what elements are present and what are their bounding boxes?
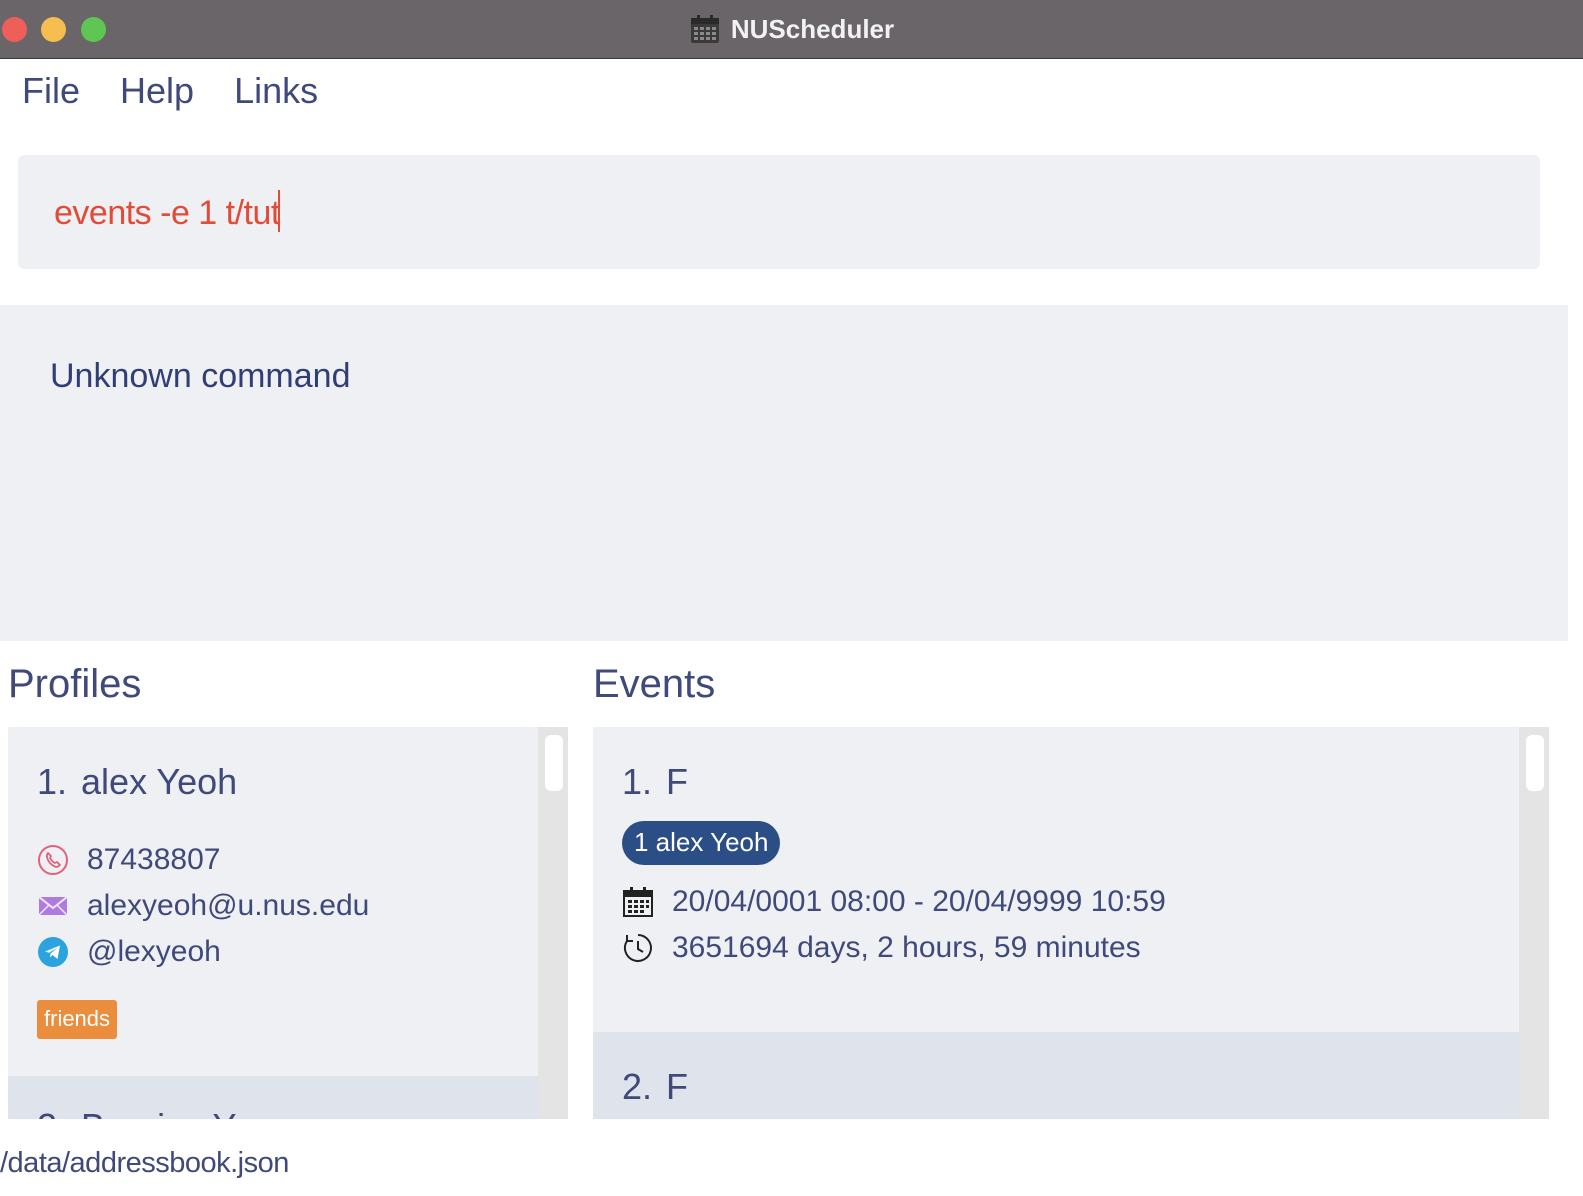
events-title: Events — [593, 662, 716, 706]
profiles-scroll-thumb[interactable] — [545, 735, 563, 791]
event-datetime: 20/04/0001 08:00 - 20/04/9999 10:59 — [672, 885, 1166, 918]
events-scroll-thumb[interactable] — [1526, 735, 1544, 791]
event-duration: 3651694 days, 2 hours, 59 minutes — [672, 931, 1141, 964]
command-input[interactable] — [54, 189, 1494, 237]
event-name: F — [666, 1066, 689, 1107]
profile-index: 1. — [37, 761, 68, 802]
status-bar-path: /data/addressbook.json — [0, 1147, 289, 1179]
event-participants: 1 alex Yeoh — [622, 821, 781, 865]
profile-name: alex Yeoh — [81, 761, 238, 802]
tag-badge: friends — [37, 1000, 118, 1039]
event-name-heading: 2. F — [622, 1066, 688, 1108]
event-card[interactable]: 2. F — [593, 1032, 1519, 1119]
profile-email: alexyeoh@u.nus.edu — [87, 889, 370, 922]
telegram-row: @lexyeoh — [37, 935, 221, 969]
profile-card[interactable]: 2. Bernice Y — [8, 1076, 538, 1119]
title-bar: NUScheduler — [0, 0, 1583, 59]
menu-file[interactable]: File — [22, 70, 80, 114]
duration-row: 3651694 days, 2 hours, 59 minutes — [622, 931, 1141, 965]
result-message: Unknown command — [50, 357, 351, 395]
profile-name: Bernice Y — [81, 1106, 236, 1119]
profiles-scrollbar[interactable] — [538, 727, 568, 1119]
calendar-icon — [690, 15, 719, 43]
clock-icon — [624, 934, 652, 962]
menu-bar: File Help Links — [22, 70, 318, 114]
profiles-title: Profiles — [8, 662, 142, 706]
events-list: 1. F 1 alex Yeoh 20/04/0001 08:00 - 20/04… — [593, 727, 1549, 1119]
events-scrollbar[interactable] — [1519, 727, 1549, 1119]
menu-help[interactable]: Help — [120, 70, 194, 114]
title-group: NUScheduler — [0, 0, 1583, 58]
profile-phone: 87438807 — [87, 843, 221, 876]
event-card[interactable]: 1. F 1 alex Yeoh 20/04/0001 08:00 - 20/04… — [593, 727, 1519, 1032]
event-name-heading: 1. F — [622, 761, 688, 803]
participant-badge: 1 alex Yeoh — [622, 821, 781, 865]
profile-index: 2. — [37, 1106, 67, 1119]
phone-icon — [38, 845, 68, 875]
profile-name-heading: 1. alex Yeoh — [37, 761, 237, 803]
window-title: NUScheduler — [730, 13, 895, 44]
phone-row: 87438807 — [37, 843, 220, 877]
email-icon — [38, 896, 68, 916]
menu-links[interactable]: Links — [234, 70, 318, 114]
event-index: 1. — [622, 761, 653, 802]
profile-tags: friends — [37, 1000, 118, 1039]
profiles-list: 1. alex Yeoh 87438807 alexyeoh@u.nus.edu … — [8, 727, 568, 1119]
result-display: Unknown command — [0, 305, 1568, 641]
datetime-row: 20/04/0001 08:00 - 20/04/9999 10:59 — [622, 885, 1166, 919]
profile-telegram: @lexyeoh — [87, 935, 221, 968]
event-name: F — [666, 761, 689, 802]
email-row: alexyeoh@u.nus.edu — [37, 889, 369, 923]
text-caret — [278, 190, 280, 232]
profile-name-heading: 2. Bernice Y — [37, 1106, 236, 1119]
calendar-icon — [623, 887, 653, 917]
profile-card[interactable]: 1. alex Yeoh 87438807 alexyeoh@u.nus.edu … — [8, 727, 538, 1076]
command-box — [18, 155, 1540, 269]
event-index: 2. — [622, 1066, 653, 1107]
telegram-icon — [38, 937, 68, 967]
